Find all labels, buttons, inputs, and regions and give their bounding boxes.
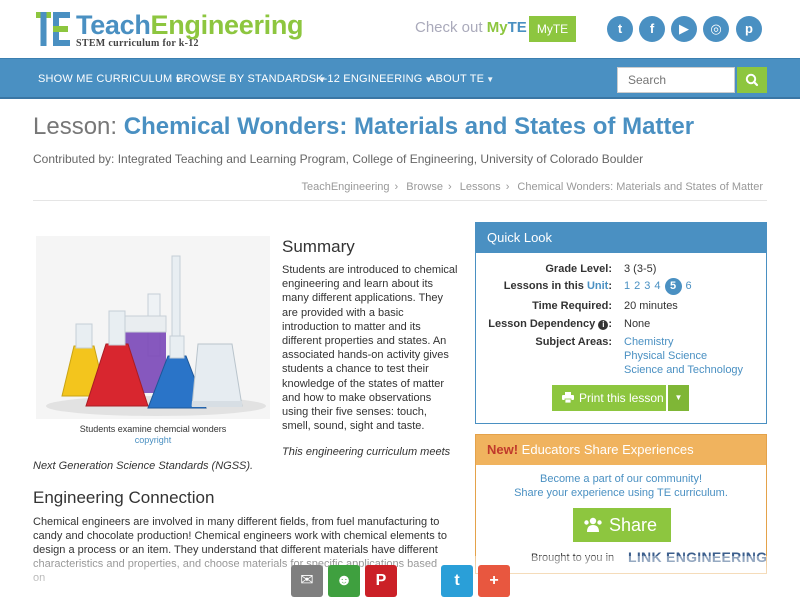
te-logo-icon [36,12,70,46]
users-icon [584,517,602,532]
site-header: TeachEngineering STEM curriculum for k-1… [0,0,800,58]
community-share-button[interactable]: ☻ [328,565,360,597]
engineering-connection-heading: Engineering Connection [33,488,215,507]
grade-level-value: 3 (3-5) [624,263,657,275]
unit-lesson-2[interactable]: 2 [634,280,640,292]
myte-button[interactable]: MyTE [529,16,576,42]
facebook-icon: f [649,21,655,36]
lesson-dependency-label: Lesson Dependency i: [488,318,612,330]
photo-caption: Students examine chemcial wonders [79,424,227,434]
quick-look-panel: Quick Look Grade Level: 3 (3-5) Lessons … [475,222,767,424]
search-icon [745,73,759,87]
check-out-myte[interactable]: Check out MyTE [415,19,527,36]
summary-text: Students are introduced to chemical engi… [282,264,458,433]
contributed-by: Contributed by: Integrated Teaching and … [33,152,644,166]
nav-about-te[interactable]: ABOUT TE ▼ [428,73,494,85]
educators-share-panel: New! Educators Share Experiences Become … [475,434,767,574]
print-lesson-button[interactable]: Print this lesson [552,385,666,411]
time-required-label: Time Required: [532,300,612,312]
page-title: Lesson: Chemical Wonders: Materials and … [33,113,695,140]
main-nav: SHOW ME CURRICULUM ▼ BROWSE BY STANDARDS ▼… [0,58,800,99]
more-share-button[interactable]: + [478,565,510,597]
subject-physical-science[interactable]: Physical Science [624,350,707,362]
print-options-dropdown[interactable]: ▼ [668,385,689,411]
divider [33,200,767,201]
time-required-value: 20 minutes [624,300,678,312]
pinterest-link[interactable]: p [736,16,762,42]
nav-browse-by-standards[interactable]: BROWSE BY STANDARDS ▼ [176,73,326,85]
twitter-link[interactable]: t [607,16,633,42]
unit-lesson-6[interactable]: 6 [686,280,692,292]
unit-link[interactable]: Unit [587,280,608,292]
photo-copyright-link[interactable]: copyright [36,435,270,445]
unit-lesson-3[interactable]: 3 [644,280,650,292]
chevron-down-icon: ▼ [486,75,495,84]
ngss-text-continued: Next Generation Science Standards (NGSS)… [33,460,254,472]
lessons-in-unit-label: Lessons in this Unit: [503,280,612,292]
nav-show-me-curriculum[interactable]: SHOW ME CURRICULUM ▼ [38,73,183,85]
grade-level-label: Grade Level: [545,263,612,275]
share-experience-link[interactable]: Share your experience using TE curriculu… [476,487,766,499]
lesson-dependency-value: None [624,318,651,330]
breadcrumb-separator: › [447,181,452,193]
pinterest-icon: p [745,21,753,36]
pinterest-share-button[interactable]: P [365,565,397,597]
lesson-photo[interactable] [36,236,270,419]
breadcrumb-lessons[interactable]: Lessons [460,181,501,193]
share-bar-backdrop [0,556,800,600]
youtube-link[interactable]: ▶ [671,16,697,42]
twitter-share-button[interactable]: t [441,565,473,597]
email-share-button[interactable]: ✉ [291,565,323,597]
share-button[interactable]: Share [573,508,671,542]
quick-look-heading: Quick Look [476,223,766,253]
unit-lesson-current: 5 [664,278,682,295]
info-icon[interactable]: i [598,320,609,330]
ngss-text: This engineering curriculum meets [282,446,451,458]
unit-lesson-1[interactable]: 1 [624,280,630,292]
twitter-icon: t [617,21,623,36]
logo-tagline: STEM curriculum for k-12 [76,38,199,49]
unit-lesson-4[interactable]: 4 [654,280,660,292]
email-icon: ✉ [300,572,314,589]
breadcrumb-browse[interactable]: Browse [406,181,443,193]
breadcrumb: TeachEngineering › Browse › Lessons › Chemi… [301,181,763,193]
breadcrumb-current: Chemical Wonders: Materials and States o… [517,181,763,193]
printer-icon [562,392,574,404]
educators-heading: New! Educators Share Experiences [476,435,766,465]
breadcrumb-separator: › [505,181,510,193]
unit-lessons-pager: 123456 [624,278,696,295]
flasks-illustration [36,236,270,419]
logo-wordmark: TeachEngineering [76,10,304,40]
summary-heading: Summary [282,237,355,256]
search-button[interactable] [737,67,767,93]
breadcrumb-separator: › [394,181,399,193]
youtube-icon: ▶ [679,21,689,36]
instagram-icon: ◎ [710,21,722,36]
chevron-down-icon: ▼ [674,393,683,402]
plus-icon: + [489,572,499,589]
facebook-link[interactable]: f [639,16,665,42]
search-input[interactable] [617,67,735,93]
twitter-icon: t [454,572,460,589]
subject-science-technology[interactable]: Science and Technology [624,364,743,376]
instagram-link[interactable]: ◎ [703,16,729,42]
subject-chemistry[interactable]: Chemistry [624,336,674,348]
community-invite-link[interactable]: Become a part of our community! [476,473,766,485]
subject-areas-label: Subject Areas: [535,336,612,348]
nav-k12-engineering[interactable]: K-12 ENGINEERING ▼ [316,73,433,85]
pinterest-icon: P [375,572,387,589]
breadcrumb-home[interactable]: TeachEngineering [301,181,389,193]
community-icon: ☻ [335,572,353,589]
